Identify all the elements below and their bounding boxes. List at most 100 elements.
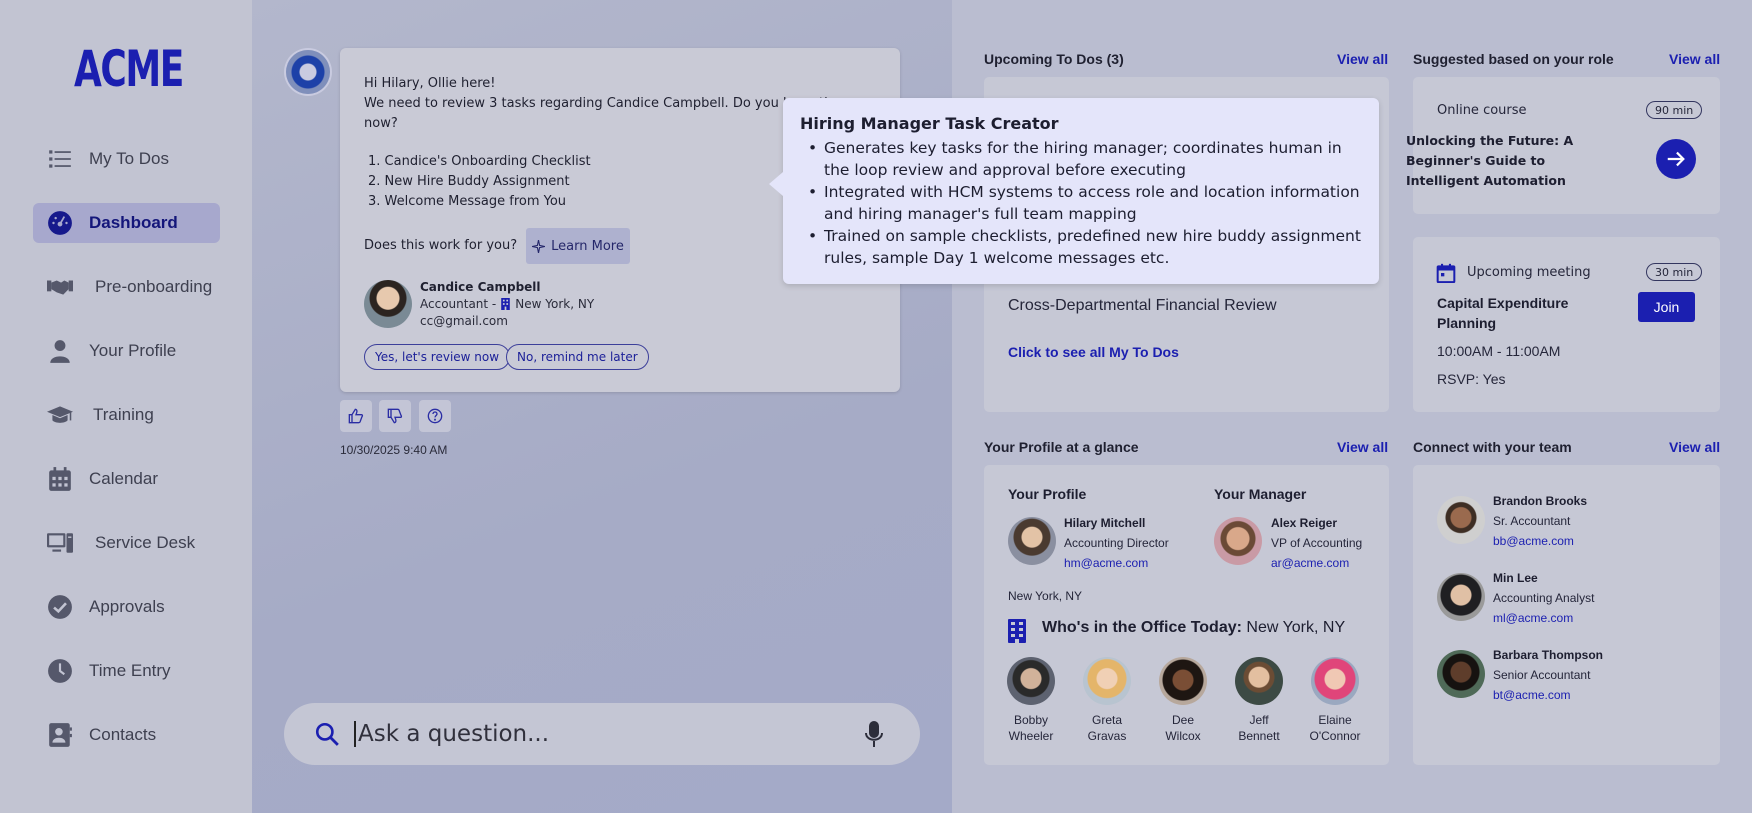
my-email[interactable]: hm@acme.com — [1064, 556, 1148, 570]
todos-view-all-link[interactable]: View all — [1337, 51, 1388, 67]
microphone-icon[interactable] — [862, 720, 886, 748]
search-icon — [315, 722, 339, 746]
sidebar-item-label: Approvals — [89, 597, 165, 616]
list-item: 2. New Hire Buddy Assignment — [368, 174, 570, 189]
manager-name: Alex Reiger — [1271, 516, 1338, 530]
team-member-email[interactable]: bt@acme.com — [1493, 688, 1571, 702]
sidebar-item-label: Contacts — [89, 725, 157, 744]
avatar — [1083, 657, 1131, 705]
team-member-email[interactable]: ml@acme.com — [1493, 611, 1573, 625]
message-timestamp: 10/30/2025 9:40 AM — [340, 443, 448, 457]
chat-greeting: Hi Hilary, Ollie here! — [364, 76, 496, 91]
candidate-name: Candice Campbell — [420, 280, 541, 294]
handshake-icon — [45, 272, 75, 302]
sidebar-item-label: Calendar — [89, 469, 158, 488]
sidebar-item-label: Pre-onboarding — [95, 277, 213, 296]
sidebar-item-label: Service Desk — [95, 533, 196, 552]
sidebar-item-label: Training — [93, 405, 154, 424]
avatar — [1008, 517, 1056, 565]
sidebar-item-your-profile[interactable]: Your Profile — [33, 331, 220, 371]
avatar — [364, 280, 412, 328]
meeting-time: 10:00AM - 11:00AM — [1437, 343, 1561, 359]
manager-email[interactable]: ar@acme.com — [1271, 556, 1349, 570]
office-person[interactable]: Jeff Bennett — [1223, 657, 1295, 744]
meeting-rsvp: RSVP: Yes — [1437, 371, 1506, 387]
avatar — [1437, 650, 1485, 698]
thumbs-up-button[interactable] — [340, 400, 372, 432]
suggested-view-all-link[interactable]: View all — [1669, 51, 1720, 67]
thumbs-up-icon — [348, 408, 364, 424]
avatar — [1214, 517, 1262, 565]
office-person[interactable]: Elaine O'Connor — [1299, 657, 1371, 744]
your-profile-heading: Your Profile — [1008, 486, 1087, 502]
remind-later-button[interactable]: No, remind me later — [506, 344, 649, 370]
chat-message-line: We need to review 3 tasks regarding Cand… — [364, 96, 849, 111]
team-member-role: Sr. Accountant — [1493, 514, 1571, 528]
acme-logo: ACME — [74, 40, 184, 98]
chat-message-line: now? — [364, 116, 398, 131]
list-item: Trained on sample checklists, predefined… — [800, 225, 1363, 269]
manager-role: VP of Accounting — [1271, 536, 1363, 550]
question-icon — [427, 408, 443, 424]
team-view-all-link[interactable]: View all — [1669, 439, 1720, 455]
suggested-title: Suggested based on your role — [1413, 51, 1614, 67]
office-person[interactable]: Bobby Wheeler — [995, 657, 1067, 744]
meeting-label: Upcoming meeting — [1467, 265, 1591, 280]
sidebar-item-label: Your Profile — [89, 341, 177, 360]
profile-title: Your Profile at a glance — [984, 439, 1139, 455]
sidebar-item-label: My To Dos — [89, 149, 169, 168]
help-button[interactable] — [419, 400, 451, 432]
duration-badge: 90 min — [1646, 101, 1703, 119]
course-title[interactable]: Unlocking the Future: A Beginner's Guide… — [1406, 131, 1584, 191]
join-meeting-button[interactable]: Join — [1638, 292, 1695, 322]
sidebar: ACME My To Dos Dashboard Pre-onboarding … — [0, 0, 252, 813]
sidebar-item-training[interactable]: Training — [33, 395, 220, 435]
sidebar-item-time-entry[interactable]: Time Entry — [33, 651, 220, 691]
see-all-todos-link[interactable]: Click to see all My To Dos — [1008, 344, 1179, 360]
sidebar-item-contacts[interactable]: Contacts — [33, 715, 220, 755]
todo-item[interactable]: Cross-Departmental Financial Review — [1008, 297, 1277, 315]
list-item: Generates key tasks for the hiring manag… — [800, 137, 1363, 181]
team-member-name: Brandon Brooks — [1493, 494, 1588, 508]
office-today-heading: Who's in the Office Today: New York, NY — [1042, 619, 1346, 636]
avatar — [1437, 573, 1485, 621]
ollie-avatar — [286, 50, 330, 94]
tooltip-title: Hiring Manager Task Creator — [800, 114, 1059, 133]
office-person[interactable]: Greta Gravas — [1071, 657, 1143, 744]
todos-title: Upcoming To Dos (3) — [984, 51, 1124, 67]
yes-review-now-button[interactable]: Yes, let's review now — [364, 344, 511, 370]
list-item: Integrated with HCM systems to access ro… — [800, 181, 1363, 225]
team-member-name: Barbara Thompson — [1493, 648, 1604, 662]
course-type: Online course — [1437, 103, 1527, 118]
calendar-icon — [45, 464, 75, 494]
avatar — [1311, 657, 1359, 705]
desktop-icon — [45, 528, 75, 558]
sidebar-item-calendar[interactable]: Calendar — [33, 459, 220, 499]
calendar-icon — [1436, 263, 1456, 283]
sidebar-item-my-to-dos[interactable]: My To Dos — [33, 139, 220, 179]
sidebar-item-service-desk[interactable]: Service Desk — [33, 523, 220, 563]
candidate-role: Accountant - New York, NY — [420, 297, 595, 311]
learn-more-button[interactable]: Learn More — [526, 228, 630, 264]
check-circle-icon — [45, 592, 75, 622]
avatar — [1235, 657, 1283, 705]
list-item: 1. Candice's Onboarding Checklist — [368, 154, 591, 169]
building-icon — [501, 298, 511, 310]
sparkle-icon — [532, 239, 546, 253]
sidebar-item-approvals[interactable]: Approvals — [33, 587, 220, 627]
sidebar-item-dashboard[interactable]: Dashboard — [33, 203, 220, 243]
office-person[interactable]: Dee Wilcox — [1147, 657, 1219, 744]
my-location: New York, NY — [1008, 589, 1083, 603]
profile-view-all-link[interactable]: View all — [1337, 439, 1388, 455]
open-course-button[interactable] — [1656, 139, 1696, 179]
thumbs-down-button[interactable] — [379, 400, 411, 432]
ask-bar — [284, 703, 920, 765]
task-list: 1. Candice's Onboarding Checklist 2. New… — [368, 152, 591, 212]
tooltip-bullet-list: Generates key tasks for the hiring manag… — [800, 137, 1363, 269]
dashboard-icon — [45, 208, 75, 238]
list-item: 3. Welcome Message from You — [368, 194, 567, 209]
sidebar-item-label: Time Entry — [89, 661, 171, 680]
ask-question-input[interactable] — [354, 721, 854, 747]
team-member-email[interactable]: bb@acme.com — [1493, 534, 1574, 548]
sidebar-item-pre-onboarding[interactable]: Pre-onboarding — [33, 267, 220, 307]
